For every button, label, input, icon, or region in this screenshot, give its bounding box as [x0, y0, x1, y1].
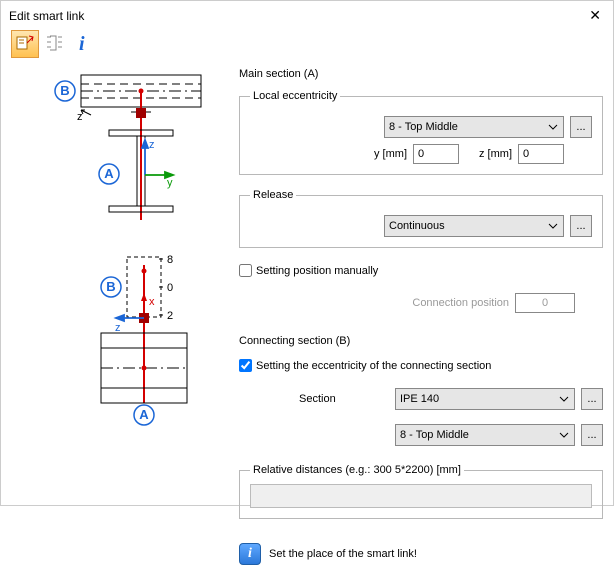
svg-text:z: z — [149, 139, 155, 151]
manual-position-label: Setting position manually — [256, 265, 378, 277]
diagram-main-section: B z z y — [21, 70, 221, 233]
svg-text:z: z — [77, 111, 83, 123]
main-section-heading: Main section (A) — [239, 68, 603, 80]
conn-eccentricity-label: Setting the eccentricity of the connecti… — [256, 360, 491, 372]
haunch-icon[interactable] — [45, 32, 69, 56]
diagram-connecting-section: 8 0 2 x z B — [21, 253, 221, 436]
svg-text:8: 8 — [167, 254, 173, 266]
local-eccentricity-group: Local eccentricity 8 - Top Middle ... y … — [239, 90, 603, 175]
conn-position-select[interactable]: 8 - Top Middle — [395, 424, 575, 446]
info-icon[interactable]: i — [75, 33, 89, 56]
svg-text:B: B — [60, 83, 69, 98]
z-input[interactable] — [518, 144, 564, 164]
section-select[interactable]: IPE 140 — [395, 388, 575, 410]
svg-text:A: A — [104, 166, 114, 181]
release-select[interactable]: Continuous — [384, 215, 564, 237]
conn-position-more-button[interactable]: ... — [581, 424, 603, 446]
relative-distances-input[interactable] — [250, 484, 592, 508]
hint-info-icon: i — [239, 543, 261, 565]
svg-text:z: z — [115, 322, 121, 334]
connection-position-input — [515, 293, 575, 313]
svg-text:0: 0 — [167, 282, 173, 294]
toolbar: i — [1, 26, 613, 64]
release-more-button[interactable]: ... — [570, 215, 592, 237]
svg-text:2: 2 — [167, 310, 173, 322]
svg-text:y: y — [167, 177, 173, 189]
z-label: z [mm] — [479, 148, 512, 160]
relative-distances-group: Relative distances (e.g.: 300 5*2200) [m… — [239, 464, 603, 519]
svg-text:B: B — [106, 279, 115, 294]
section-more-button[interactable]: ... — [581, 388, 603, 410]
place-smartlink-button[interactable] — [11, 30, 39, 58]
eccentricity-more-button[interactable]: ... — [570, 116, 592, 138]
release-legend: Release — [250, 189, 296, 201]
conn-eccentricity-checkbox[interactable]: Setting the eccentricity of the connecti… — [239, 359, 603, 372]
svg-text:x: x — [149, 296, 155, 308]
svg-text:A: A — [139, 407, 149, 422]
hint-text: Set the place of the smart link! — [269, 548, 417, 560]
close-icon[interactable]: ✕ — [585, 7, 605, 24]
manual-position-checkbox[interactable]: Setting position manually — [239, 264, 603, 277]
y-input[interactable] — [413, 144, 459, 164]
window-title: Edit smart link — [9, 9, 84, 23]
eccentricity-select[interactable]: 8 - Top Middle — [384, 116, 564, 138]
section-label: Section — [299, 393, 336, 405]
connecting-section-heading: Connecting section (B) — [239, 335, 603, 347]
y-label: y [mm] — [374, 148, 407, 160]
relative-distances-legend: Relative distances (e.g.: 300 5*2200) [m… — [250, 464, 464, 476]
local-eccentricity-legend: Local eccentricity — [250, 90, 340, 102]
connection-position-label: Connection position — [412, 297, 509, 309]
release-group: Release Continuous ... — [239, 189, 603, 248]
